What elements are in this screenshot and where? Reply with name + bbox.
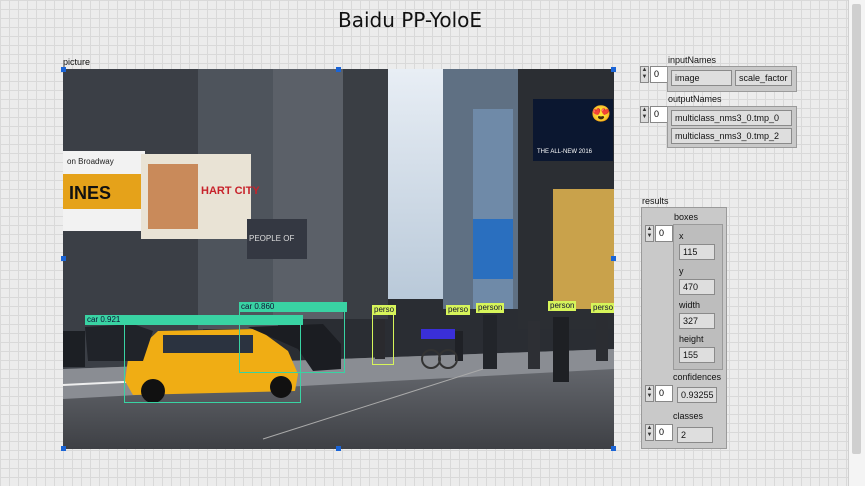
confidence-field[interactable]: 0.93255 bbox=[677, 387, 717, 403]
vertical-scrollbar[interactable] bbox=[848, 0, 865, 486]
input-name-field[interactable]: scale_factor bbox=[735, 70, 792, 86]
detection-box-bicycle bbox=[421, 329, 455, 339]
detection-label: person bbox=[476, 303, 505, 313]
confidences-label: confidences bbox=[673, 372, 722, 382]
resize-handle[interactable] bbox=[611, 67, 616, 72]
classes-label: classes bbox=[673, 411, 704, 421]
input-name-field[interactable]: image bbox=[671, 70, 732, 86]
results-label: results bbox=[642, 196, 669, 206]
detection-label: car 0.860 bbox=[239, 302, 347, 312]
scrollbar-thumb[interactable] bbox=[852, 4, 861, 454]
height-field[interactable]: 155 bbox=[679, 347, 715, 363]
people-sign-text: PEOPLE OF bbox=[249, 234, 294, 243]
samsung-sign-text: THE ALL-NEW 2016 bbox=[537, 149, 593, 155]
confidences-index[interactable]: ▲ ▼ 0 bbox=[645, 385, 675, 402]
x-field[interactable]: 115 bbox=[679, 244, 715, 260]
resize-handle[interactable] bbox=[61, 256, 66, 261]
output-name-field[interactable]: multiclass_nms3_0.tmp_2 bbox=[671, 128, 792, 144]
spin-arrows-icon[interactable]: ▲ ▼ bbox=[645, 424, 654, 441]
picture-display[interactable]: 😍 THE ALL-NEW 2016 on Broadway INES HART… bbox=[63, 69, 614, 449]
detection-box-person bbox=[372, 313, 394, 365]
resize-handle[interactable] bbox=[61, 67, 66, 72]
app-title: Baidu PP-YoloE bbox=[337, 8, 482, 32]
width-field[interactable]: 327 bbox=[679, 313, 715, 329]
detection-label: perso bbox=[372, 305, 397, 315]
boxes-index[interactable]: ▲ ▼ 0 bbox=[645, 225, 675, 242]
spin-arrows-icon[interactable]: ▲ ▼ bbox=[645, 225, 654, 242]
spin-arrows-icon[interactable]: ▲ ▼ bbox=[640, 66, 649, 83]
resize-handle[interactable] bbox=[61, 446, 66, 451]
picture-label: picture bbox=[63, 57, 91, 67]
resize-handle[interactable] bbox=[336, 446, 341, 451]
input-names-index[interactable]: ▲ ▼ 0 bbox=[640, 66, 670, 83]
boxes-label: boxes bbox=[674, 212, 699, 222]
detection-label: perso bbox=[446, 305, 471, 315]
y-label: y bbox=[679, 266, 684, 276]
spin-arrows-icon[interactable]: ▲ ▼ bbox=[645, 385, 654, 402]
spin-arrows-icon[interactable]: ▲ ▼ bbox=[640, 106, 649, 123]
output-names-index[interactable]: ▲ ▼ 0 bbox=[640, 106, 670, 123]
hart-sign-text: HART CITY bbox=[201, 185, 260, 197]
emoji-icon: 😍 bbox=[591, 105, 611, 123]
height-label: height bbox=[679, 334, 704, 344]
y-field[interactable]: 470 bbox=[679, 279, 715, 295]
width-label: width bbox=[679, 300, 701, 310]
billboard-text: on Broadway bbox=[67, 157, 114, 166]
x-label: x bbox=[679, 231, 684, 241]
billboard-text-2: INES bbox=[69, 183, 111, 203]
classes-index[interactable]: ▲ ▼ 0 bbox=[645, 424, 675, 441]
detection-label: person bbox=[548, 301, 577, 311]
detection-label: perso bbox=[591, 303, 614, 313]
resize-handle[interactable] bbox=[611, 256, 616, 261]
detection-box-car bbox=[239, 309, 345, 373]
input-names-label: inputNames bbox=[668, 55, 717, 65]
output-names-label: outputNames bbox=[668, 94, 722, 104]
resize-handle[interactable] bbox=[611, 446, 616, 451]
class-field[interactable]: 2 bbox=[677, 427, 713, 443]
resize-handle[interactable] bbox=[336, 67, 341, 72]
output-name-field[interactable]: multiclass_nms3_0.tmp_0 bbox=[671, 110, 792, 126]
